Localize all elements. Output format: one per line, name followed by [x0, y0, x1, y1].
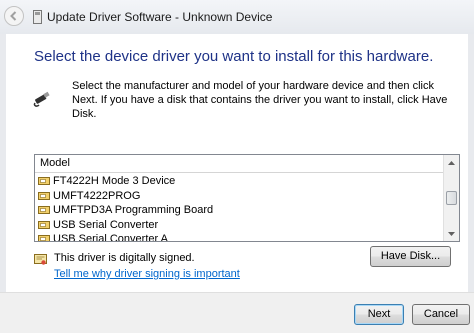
list-item-label: UMFT4222PROG: [53, 189, 141, 202]
device-driver-icon: [38, 220, 50, 229]
device-driver-icon: [38, 177, 50, 186]
vertical-scrollbar[interactable]: [443, 155, 459, 241]
list-item[interactable]: USB Serial Converter: [38, 218, 443, 233]
title-bar: Update Driver Software - Unknown Device: [0, 0, 474, 34]
model-column-header[interactable]: Model: [35, 155, 443, 173]
list-item-label: USB Serial Converter A: [53, 233, 168, 242]
list-item[interactable]: FT4222H Mode 3 Device: [38, 174, 443, 189]
device-driver-icon: [38, 206, 50, 215]
list-item-label: FT4222H Mode 3 Device: [53, 175, 176, 188]
signing-status-text: This driver is digitally signed.: [54, 252, 195, 264]
instructions-text: Select the manufacturer and model of you…: [72, 80, 448, 120]
scroll-down-button[interactable]: [444, 226, 459, 241]
list-item[interactable]: UMFT4222PROG: [38, 189, 443, 204]
driver-signing-link[interactable]: Tell me why driver signing is important: [54, 268, 240, 280]
back-arrow-icon: [10, 11, 17, 21]
certificate-icon: [34, 254, 47, 265]
next-button[interactable]: Next: [354, 304, 404, 325]
driver-list-items: FT4222H Mode 3 Device UMFT4222PROG UMFTP…: [38, 174, 443, 242]
scroll-down-arrow-icon: [448, 231, 455, 236]
list-item-label: UMFTPD3A Programming Board: [53, 204, 214, 217]
device-driver-icon: [38, 235, 50, 241]
device-driver-icon: [38, 191, 50, 200]
dialog-footer: Next Cancel: [0, 292, 474, 333]
cancel-button[interactable]: Cancel: [412, 304, 470, 325]
scroll-thumb[interactable]: [446, 191, 457, 205]
scroll-up-button[interactable]: [444, 155, 459, 170]
driver-model-list[interactable]: Model FT4222H Mode 3 Device UMFT4222PROG: [34, 154, 460, 242]
scroll-up-arrow-icon: [448, 160, 455, 165]
page-heading: Select the device driver you want to ins…: [34, 48, 434, 65]
list-item[interactable]: USB Serial Converter A: [38, 232, 443, 242]
list-item[interactable]: UMFTPD3A Programming Board: [38, 203, 443, 218]
device-icon: [33, 10, 42, 24]
have-disk-button[interactable]: Have Disk...: [370, 246, 451, 267]
back-button[interactable]: [4, 6, 24, 26]
window-title: Update Driver Software - Unknown Device: [47, 10, 273, 24]
usb-cable-icon: [33, 91, 50, 107]
list-item-label: USB Serial Converter: [53, 218, 159, 231]
wizard-content: Select the device driver you want to ins…: [6, 34, 468, 292]
